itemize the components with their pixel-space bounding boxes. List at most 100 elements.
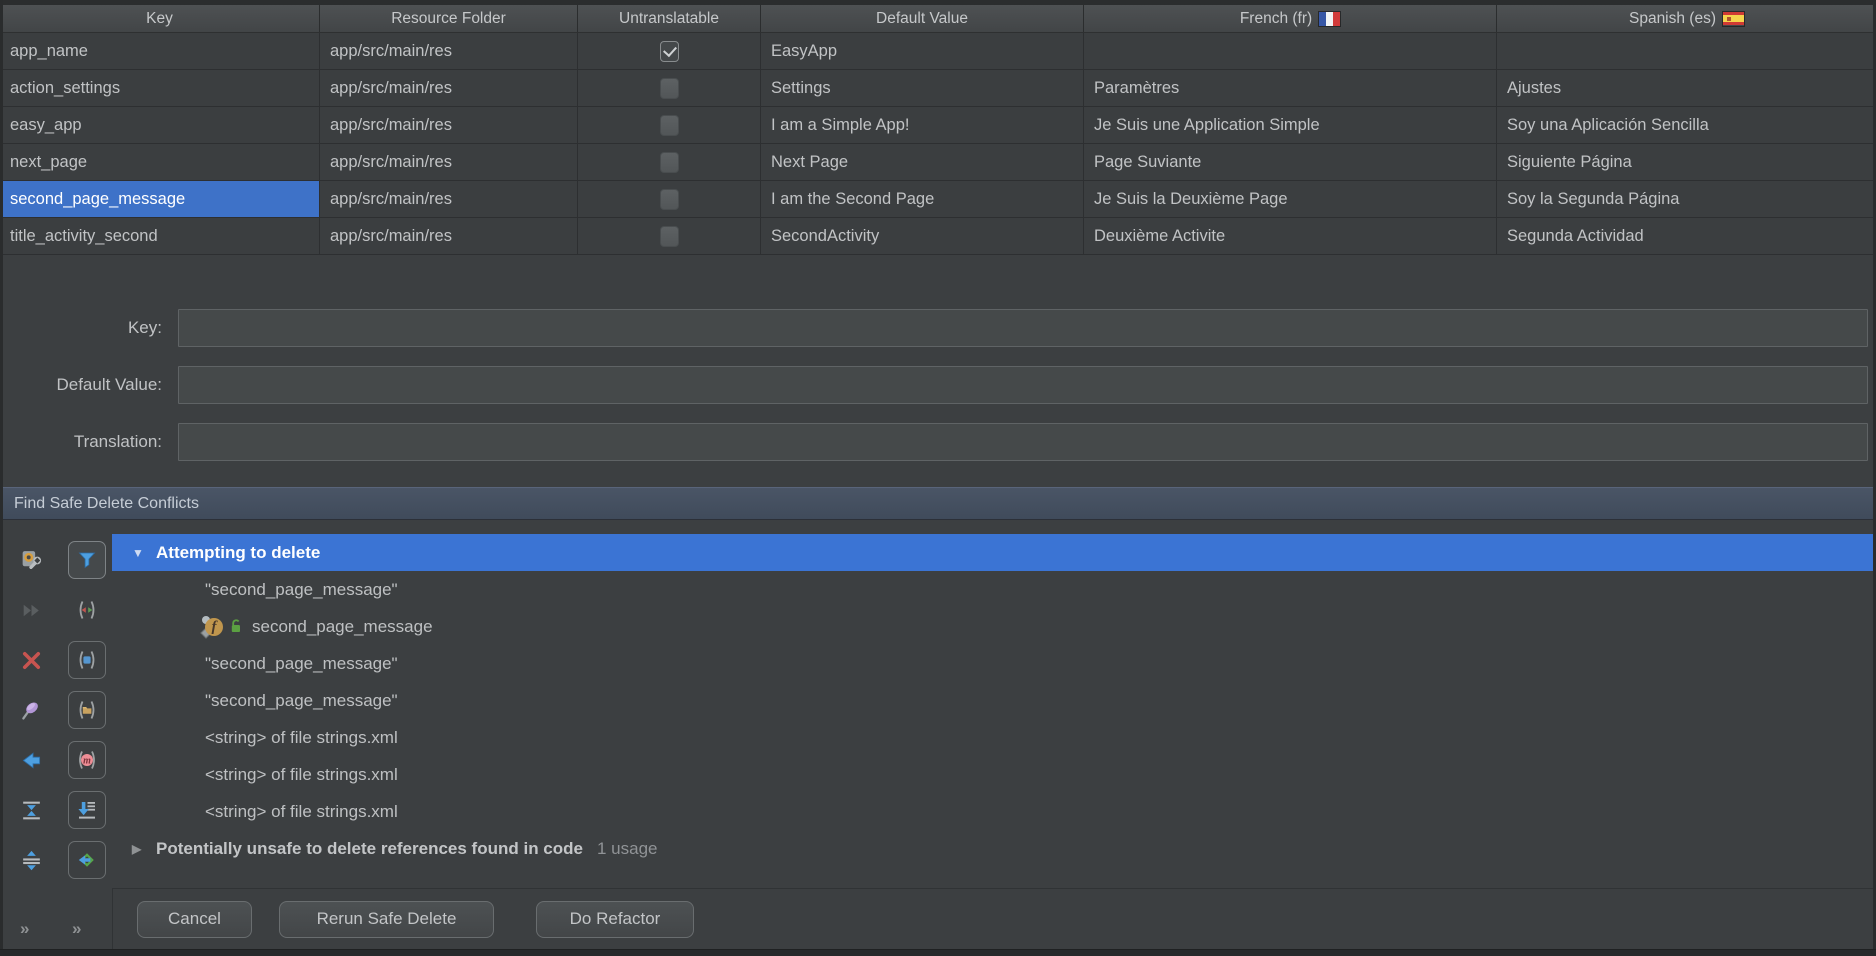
table-row: title_activity_secondapp/src/main/res Sec… [0,218,1876,255]
cell-spanish[interactable]: Siguiente Página [1497,144,1876,180]
cell-key[interactable]: second_page_message [0,181,320,217]
autoscroll-to-source-icon [75,798,99,822]
tree-item[interactable]: <string> of file strings.xml [112,719,1876,756]
overflow-chevron-left-icon[interactable]: » [20,919,30,939]
translation-input[interactable] [178,423,1868,461]
cell-resource-folder[interactable]: app/src/main/res [320,70,578,106]
cell-untranslatable[interactable] [578,144,761,180]
collapse-arrow-icon[interactable] [132,546,147,560]
column-header-untranslatable[interactable]: Untranslatable [578,5,761,32]
translation-form-row: Translation: [0,423,1876,461]
tree-item[interactable]: <string> of file strings.xml [112,756,1876,793]
tree-item[interactable]: "second_page_message" [112,645,1876,682]
cell-resource-folder[interactable]: app/src/main/res [320,181,578,217]
collapse-all-icon[interactable] [18,847,44,873]
group-by-usage-type-button[interactable] [68,591,106,629]
cell-resource-folder[interactable]: app/src/main/res [320,33,578,69]
cell-default-value[interactable]: Next Page [761,144,1084,180]
filter-button[interactable] [68,541,106,579]
column-header-spanish[interactable]: Spanish (es) [1497,5,1876,32]
rerun-icon[interactable] [18,597,44,623]
cell-default-value[interactable]: Settings [761,70,1084,106]
rerun-safe-delete-button[interactable]: Rerun Safe Delete [279,901,494,938]
cell-spanish[interactable]: Segunda Actividad [1497,218,1876,254]
cell-resource-folder[interactable]: app/src/main/res [320,107,578,143]
tree-item-label: <string> of file strings.xml [205,802,398,822]
default-value-form-row: Default Value: [0,366,1876,404]
tree-item[interactable]: Potentially unsafe to delete references … [112,830,1876,867]
translations-table: Key Resource Folder Untranslatable Defau… [0,0,1876,255]
tree-item[interactable]: "second_page_message" [112,682,1876,719]
spain-flag-icon [1723,12,1744,26]
cancel-button[interactable]: Cancel [137,901,252,938]
cell-resource-folder[interactable]: app/src/main/res [320,144,578,180]
cell-french[interactable]: Deuxième Activite [1084,218,1497,254]
cell-untranslatable[interactable] [578,70,761,106]
tree-item[interactable]: fsecond_page_message [112,608,1876,645]
filter-icon [75,548,99,572]
cell-french[interactable]: Page Suviante [1084,144,1497,180]
untranslatable-checkbox[interactable] [660,78,679,99]
cell-untranslatable[interactable] [578,181,761,217]
group-by-directory-button[interactable] [68,691,106,729]
tree-item-label: <string> of file strings.xml [205,728,398,748]
column-header-resource-folder[interactable]: Resource Folder [320,5,578,32]
dialog-buttons: Cancel Rerun Safe Delete Do Refactor [112,889,1876,949]
untranslatable-checkbox[interactable] [660,226,679,247]
cell-default-value[interactable]: EasyApp [761,33,1084,69]
cell-default-value[interactable]: SecondActivity [761,218,1084,254]
find-panel-body: m » » [0,521,1876,949]
column-header-french[interactable]: French (fr) [1084,5,1497,32]
table-row: second_page_messageapp/src/main/res I am … [0,181,1876,218]
untranslatable-checkbox[interactable] [660,152,679,173]
cell-key[interactable]: action_settings [0,70,320,106]
do-refactor-button[interactable]: Do Refactor [536,901,694,938]
cell-untranslatable[interactable] [578,33,761,69]
cell-default-value[interactable]: I am a Simple App! [761,107,1084,143]
cell-untranslatable[interactable] [578,218,761,254]
untranslatable-checkbox[interactable] [660,41,679,62]
navigate-with-arrow-button[interactable] [68,841,106,879]
expand-arrow-icon[interactable] [132,842,147,856]
group-by-method-button[interactable]: m [68,741,106,779]
cell-key[interactable]: easy_app [0,107,320,143]
cell-french[interactable]: Je Suis la Deuxième Page [1084,181,1497,217]
column-header-label: Default Value [876,10,968,28]
cell-spanish[interactable]: Ajustes [1497,70,1876,106]
group-by-directory-icon [75,698,99,722]
overflow-chevron-right-icon[interactable]: » [72,919,82,939]
settings-wrench-icon[interactable] [18,547,44,573]
tree-item[interactable]: <string> of file strings.xml [112,793,1876,830]
pin-icon[interactable] [18,697,44,723]
tree-item[interactable]: "second_page_message" [112,571,1876,608]
untranslatable-checkbox[interactable] [660,189,679,210]
default-value-input[interactable] [178,366,1868,404]
tree-item-label: "second_page_message" [205,580,398,600]
cell-spanish[interactable] [1497,33,1876,69]
cell-resource-folder[interactable]: app/src/main/res [320,218,578,254]
usage-count-badge: 1 usage [597,839,658,859]
cell-spanish[interactable]: Soy la Segunda Página [1497,181,1876,217]
autoscroll-to-source-button[interactable] [68,791,106,829]
find-panel-header[interactable]: Find Safe Delete Conflicts [0,487,1876,520]
cell-french[interactable] [1084,33,1497,69]
group-by-usage-type-icon [75,598,99,622]
cell-french[interactable]: Paramètres [1084,70,1497,106]
key-input[interactable] [178,309,1868,347]
cell-french[interactable]: Je Suis une Application Simple [1084,107,1497,143]
cell-key[interactable]: app_name [0,33,320,69]
merge-usages-button[interactable] [68,641,106,679]
cell-key[interactable]: next_page [0,144,320,180]
close-icon[interactable] [18,647,44,673]
expand-all-icon[interactable] [18,797,44,823]
untranslatable-checkbox[interactable] [660,115,679,136]
cell-spanish[interactable]: Soy una Aplicación Sencilla [1497,107,1876,143]
column-header-key[interactable]: Key [0,5,320,32]
default-value-field-label: Default Value: [0,366,162,404]
cell-key[interactable]: title_activity_second [0,218,320,254]
cell-default-value[interactable]: I am the Second Page [761,181,1084,217]
back-arrow-icon[interactable] [18,747,44,773]
column-header-default-value[interactable]: Default Value [761,5,1084,32]
cell-untranslatable[interactable] [578,107,761,143]
tree-item[interactable]: Attempting to delete [112,534,1876,571]
